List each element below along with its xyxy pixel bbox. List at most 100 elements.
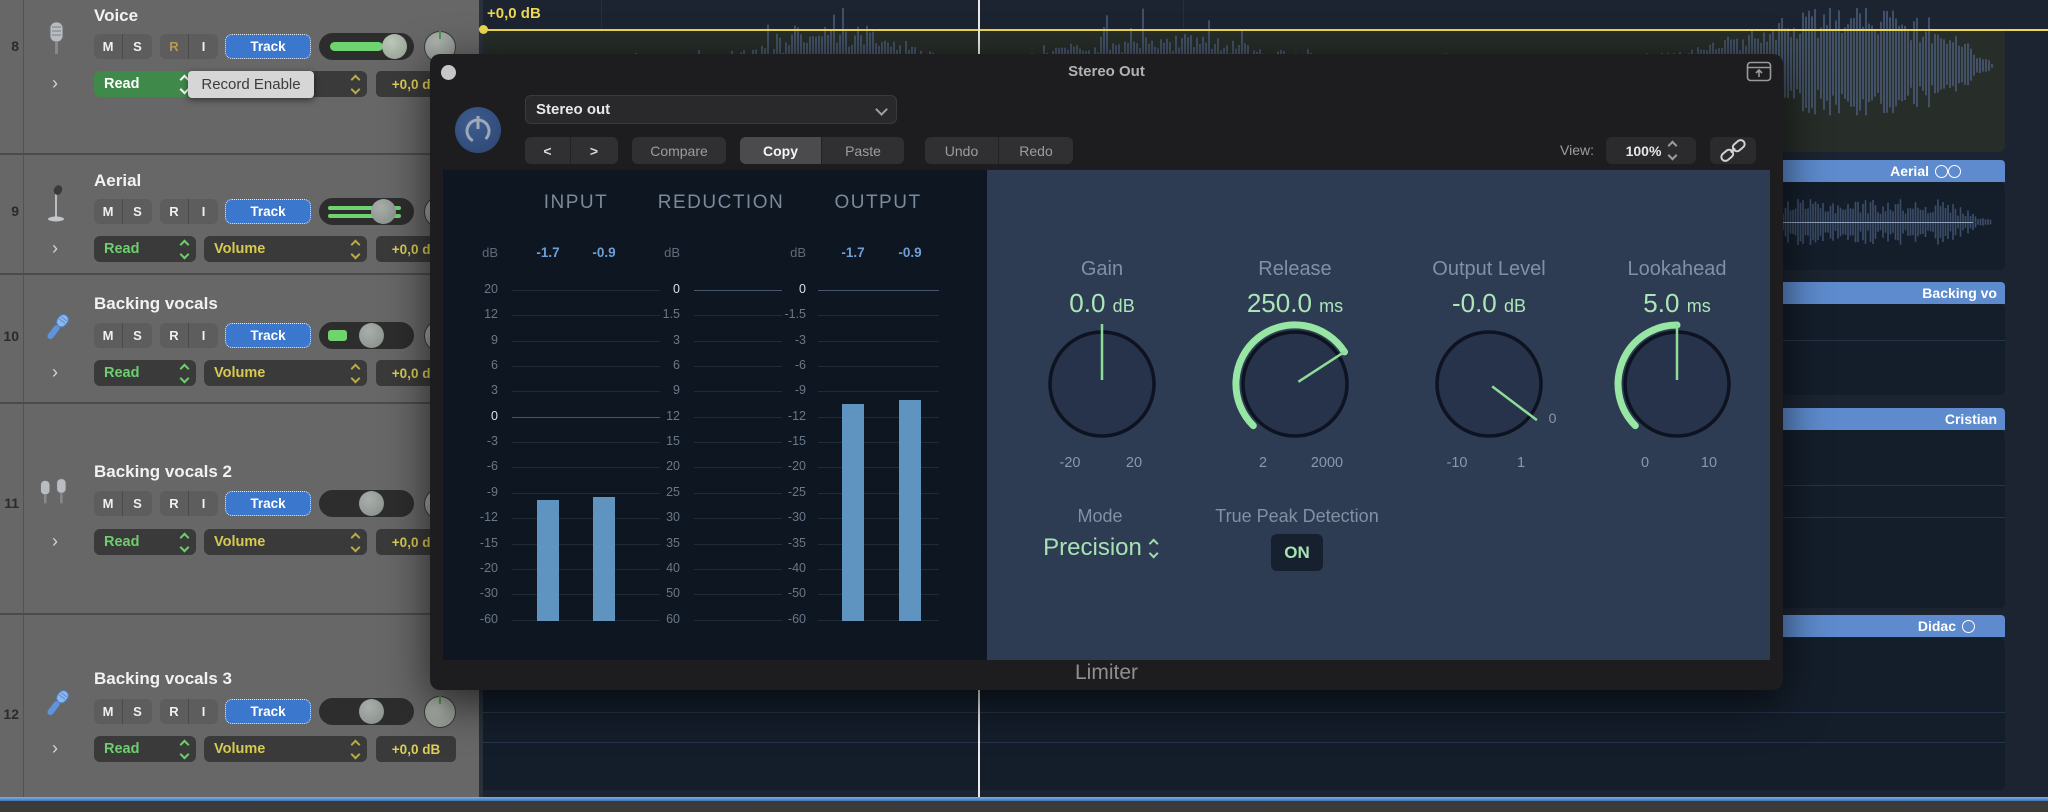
automation-value-box[interactable]: +0,0 dB — [376, 736, 456, 762]
paste-button[interactable]: Paste — [822, 137, 904, 164]
true-peak-on-button[interactable]: ON — [1271, 534, 1323, 571]
track-on-button[interactable]: Track — [225, 199, 311, 224]
view-zoom-stepper[interactable]: 100% — [1606, 137, 1696, 164]
input-monitor-button[interactable]: I — [189, 491, 218, 516]
track-divider — [0, 153, 479, 155]
automation-param-value: Volume — [214, 241, 265, 257]
track-on-button[interactable]: Track — [225, 323, 311, 348]
automation-mode-dropdown[interactable]: Read — [94, 71, 196, 97]
track-number: 9 — [0, 203, 19, 219]
track-level-meter[interactable] — [319, 698, 414, 725]
track-on-button[interactable]: Track — [225, 491, 311, 516]
mute-button[interactable]: M — [94, 491, 123, 516]
link-button[interactable] — [1710, 137, 1756, 164]
previous-preset-button[interactable]: < — [525, 137, 571, 164]
meter-knob[interactable] — [359, 323, 384, 348]
mute-button[interactable]: M — [94, 699, 123, 724]
record-enable-button[interactable]: R — [160, 323, 189, 348]
automation-param-value: Volume — [214, 534, 265, 550]
plugin-name-label: Limiter — [430, 660, 1783, 690]
track-level-meter[interactable] — [319, 33, 414, 60]
knob-label: Gain — [1081, 258, 1123, 281]
open-in-window-icon[interactable] — [1746, 61, 1772, 82]
automation-mode-value: Read — [104, 741, 139, 757]
track-level-meter[interactable] — [319, 490, 414, 517]
meter-scale-label: -12 — [452, 510, 498, 524]
record-enable-button[interactable]: R — [160, 699, 189, 724]
automation-param-dropdown[interactable]: Volume — [204, 236, 367, 262]
plugin-ui-body: INPUTdB-1.7-0.920129630-3-6-9-12-15-20-3… — [443, 170, 1770, 660]
mute-button[interactable]: M — [94, 199, 123, 224]
disclosure-arrow[interactable]: › — [52, 361, 58, 383]
meter-knob[interactable] — [371, 199, 396, 224]
meter-level-bar — [899, 400, 921, 621]
release-knob[interactable] — [1215, 304, 1375, 464]
automation-line[interactable] — [483, 29, 2048, 31]
meter-scale-label: 0 — [452, 409, 498, 423]
meter-knob[interactable] — [382, 34, 407, 59]
automation-param-dropdown[interactable]: Volume — [204, 736, 367, 762]
input-monitor-button[interactable]: I — [189, 34, 218, 59]
output-level-knob[interactable]: 0 — [1409, 304, 1569, 464]
solo-button[interactable]: S — [123, 699, 152, 724]
record-enable-button[interactable]: R — [160, 34, 189, 59]
lookahead-knob[interactable] — [1597, 304, 1757, 464]
mode-value: Precision — [1043, 534, 1142, 562]
disclosure-arrow[interactable]: › — [52, 72, 58, 94]
track-on-button[interactable]: Track — [225, 34, 311, 59]
redo-button[interactable]: Redo — [999, 137, 1073, 164]
disclosure-arrow[interactable]: › — [52, 737, 58, 759]
undo-button[interactable]: Undo — [925, 137, 999, 164]
handheld-mic-icon — [38, 309, 74, 349]
compare-button[interactable]: Compare — [632, 137, 726, 164]
plugin-power-button[interactable] — [455, 107, 501, 153]
preset-name: Stereo out — [536, 101, 610, 118]
meter-knob[interactable] — [359, 699, 384, 724]
meter-scale-label: 40 — [634, 561, 680, 575]
automation-point[interactable] — [479, 25, 488, 34]
region-name: Cristian — [1945, 411, 1997, 427]
record-enable-button[interactable]: R — [160, 199, 189, 224]
copy-paste-group: Copy Paste — [740, 137, 904, 164]
solo-button[interactable]: S — [123, 491, 152, 516]
automation-param-value: Volume — [214, 741, 265, 757]
pan-knob[interactable] — [424, 696, 456, 728]
meter-scale-label: 9 — [452, 333, 498, 347]
knob-label: Output Level — [1432, 258, 1545, 281]
record-input-group: R I — [160, 699, 218, 724]
automation-param-dropdown[interactable]: Volume — [204, 360, 367, 386]
input-monitor-button[interactable]: I — [189, 699, 218, 724]
track-number: 11 — [0, 495, 19, 511]
track-on-button[interactable]: Track — [225, 699, 311, 724]
automation-param-dropdown[interactable]: Volume — [204, 529, 367, 555]
track-number: 10 — [0, 328, 19, 344]
preset-dropdown[interactable]: Stereo out — [525, 95, 897, 124]
input-monitor-button[interactable]: I — [189, 323, 218, 348]
copy-button[interactable]: Copy — [740, 137, 822, 164]
track-level-meter[interactable] — [319, 198, 414, 225]
meter-knob[interactable] — [359, 491, 384, 516]
automation-mode-dropdown[interactable]: Read — [94, 736, 196, 762]
disclosure-arrow[interactable]: › — [52, 237, 58, 259]
gain-knob[interactable] — [1022, 304, 1182, 464]
automation-mode-dropdown[interactable]: Read — [94, 236, 196, 262]
solo-button[interactable]: S — [123, 323, 152, 348]
mute-solo-group: M S — [94, 323, 152, 348]
automation-value-label: +0,0 dB — [487, 5, 541, 22]
record-enable-button[interactable]: R — [160, 491, 189, 516]
input-monitor-button[interactable]: I — [189, 199, 218, 224]
mode-dropdown[interactable]: Precision — [1043, 534, 1157, 562]
disclosure-arrow[interactable]: › — [52, 530, 58, 552]
solo-button[interactable]: S — [123, 199, 152, 224]
lane-line — [483, 742, 2005, 743]
automation-mode-dropdown[interactable]: Read — [94, 529, 196, 555]
record-input-group: R I — [160, 199, 218, 224]
track-level-meter[interactable] — [319, 322, 414, 349]
mute-button[interactable]: M — [94, 34, 123, 59]
solo-button[interactable]: S — [123, 34, 152, 59]
automation-mode-dropdown[interactable]: Read — [94, 360, 196, 386]
next-preset-button[interactable]: > — [571, 137, 617, 164]
automation-param-value: Volume — [214, 365, 265, 381]
mute-button[interactable]: M — [94, 323, 123, 348]
stereo-icon — [1948, 165, 1961, 178]
